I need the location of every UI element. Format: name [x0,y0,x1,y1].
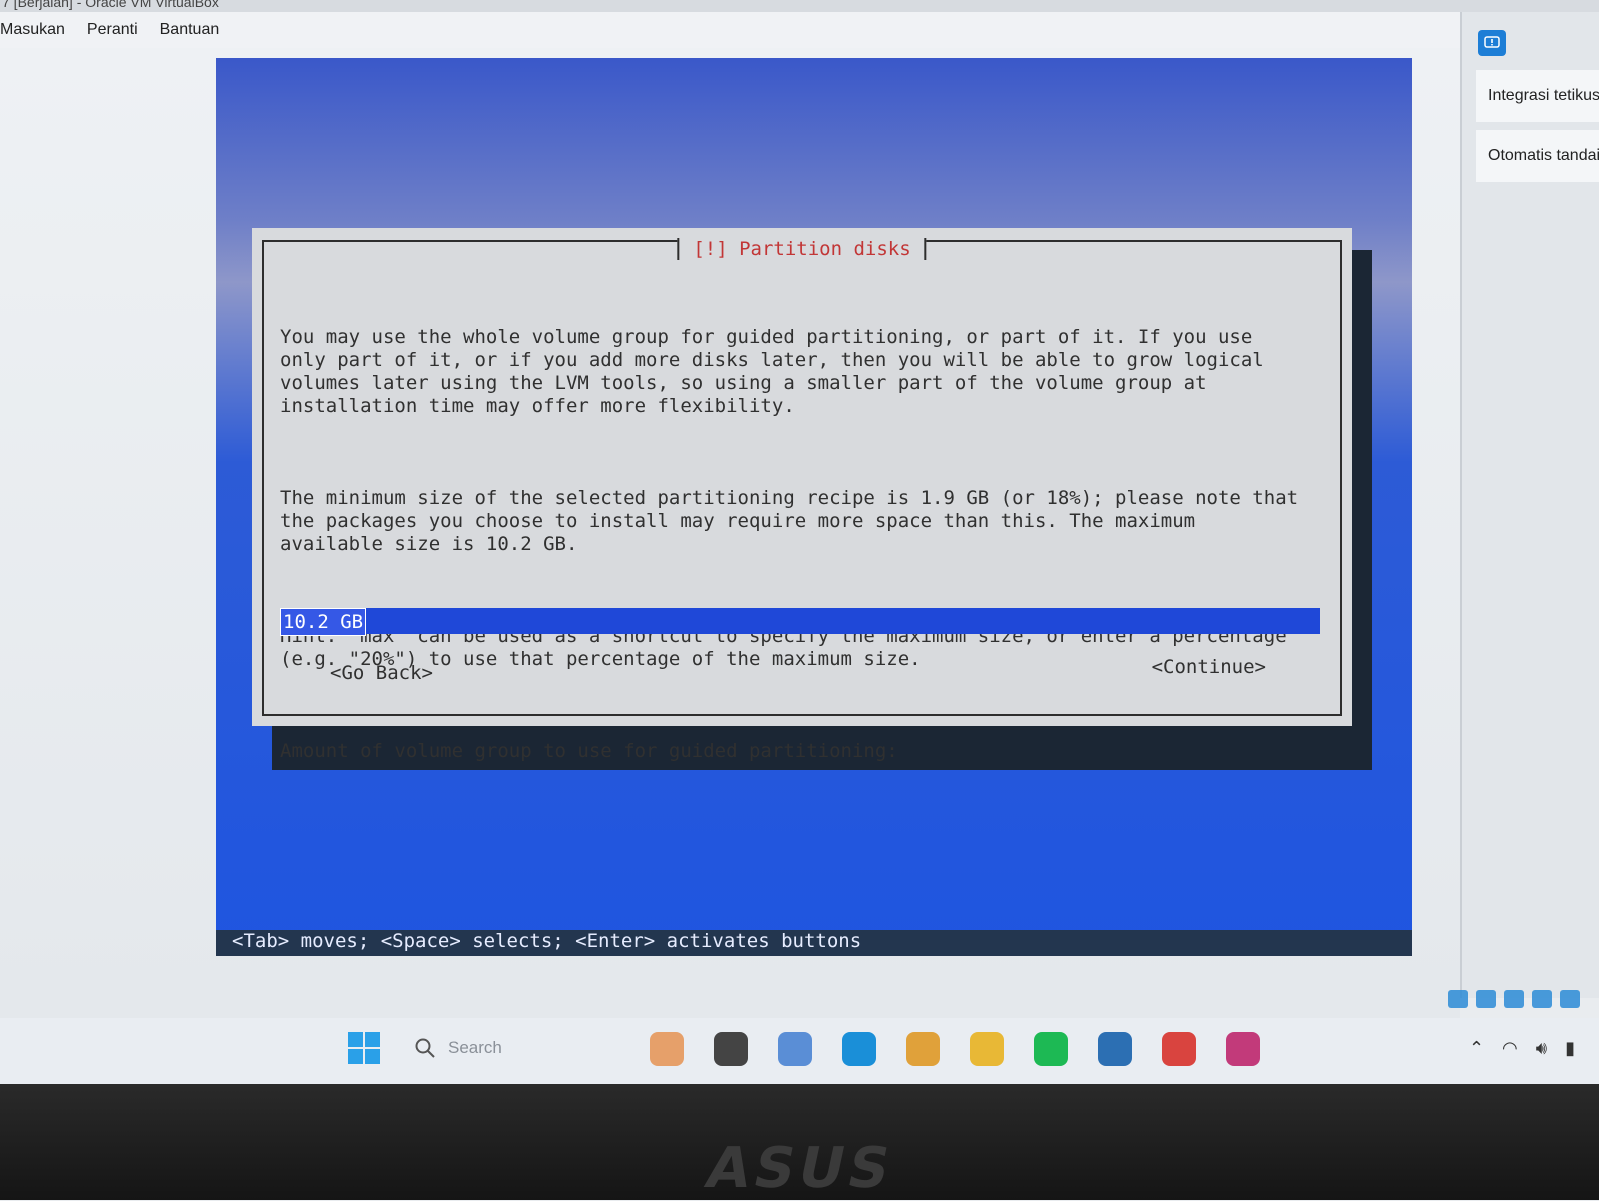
volume-icon[interactable]: 🔊︎ [1536,1038,1547,1059]
continue-button[interactable]: <Continue> [1152,656,1266,678]
amount-input-field[interactable]: 10.2 GB [280,608,1320,636]
sidebar-item-auto-mark[interactable]: Otomatis tandai [1476,130,1599,182]
window-title-strip: 7 [Berjalan] - Oracle VM VirtualBox [0,0,1599,12]
feedback-icon[interactable] [1478,30,1506,56]
go-back-button[interactable]: <Go Back> [330,662,433,684]
app-icon[interactable] [1226,1032,1260,1066]
network-icon[interactable] [1532,990,1552,1008]
vm-screen[interactable]: [!] Partition disks You may use the whol… [216,58,1412,956]
usb-icon[interactable] [1560,990,1580,1008]
menubar: Masukan Peranti Bantuan [0,12,1460,48]
chrome-icon[interactable] [906,1032,940,1066]
amount-prompt: Amount of volume group to use for guided… [280,740,898,762]
battery-icon[interactable]: ▮ [1565,1038,1575,1059]
disk-icon[interactable] [1448,990,1468,1008]
audio-icon[interactable] [1504,990,1524,1008]
system-tray: ⌃ ◠ 🔊︎ ▮ [1469,1038,1575,1059]
taskbar: Search ⌃ ◠ 🔊︎ ▮ [0,1018,1599,1084]
vm-status-icons [1448,990,1580,1008]
widgets-icon[interactable] [650,1032,684,1066]
virtualbox-icon[interactable] [1098,1032,1132,1066]
sidebar-item-mouse-integration[interactable]: Integrasi tetikus [1476,70,1599,122]
windows-start-icon[interactable] [348,1032,380,1064]
wifi-icon[interactable]: ◠ [1502,1038,1518,1059]
taskbar-search[interactable]: Search [414,1032,502,1064]
chevron-up-icon[interactable]: ⌃ [1469,1038,1484,1059]
dialog-title: [!] Partition disks [677,238,927,260]
laptop-bezel: ASUS [0,1084,1599,1201]
terminal-icon[interactable] [714,1032,748,1066]
partition-dialog: [!] Partition disks You may use the whol… [252,228,1352,762]
menu-peranti[interactable]: Peranti [87,21,138,39]
amount-input-value[interactable]: 10.2 GB [280,608,367,636]
right-sidebar: Integrasi tetikus Otomatis tandai [1460,12,1599,998]
keyboard-hint-line: <Tab> moves; <Space> selects; <Enter> ac… [232,930,862,952]
file-explorer-icon[interactable] [778,1032,812,1066]
edge-icon[interactable] [842,1032,876,1066]
optical-icon[interactable] [1476,990,1496,1008]
spotify-icon[interactable] [1034,1032,1068,1066]
paragraph-min-size: The minimum size of the selected partiti… [280,487,1299,555]
menu-bantuan[interactable]: Bantuan [160,21,220,39]
chrome-profile-icon[interactable] [1162,1032,1196,1066]
dialog-body: You may use the whole volume group for g… [280,280,1330,832]
folder-icon[interactable] [970,1032,1004,1066]
window-title: 7 [Berjalan] - Oracle VM VirtualBox [2,0,219,10]
search-icon [415,1038,435,1058]
search-placeholder: Search [448,1038,502,1057]
menu-masukan[interactable]: Masukan [0,21,65,39]
asus-logo: ASUS [699,1136,900,1201]
paragraph-volume-group: You may use the whole volume group for g… [280,326,1264,417]
